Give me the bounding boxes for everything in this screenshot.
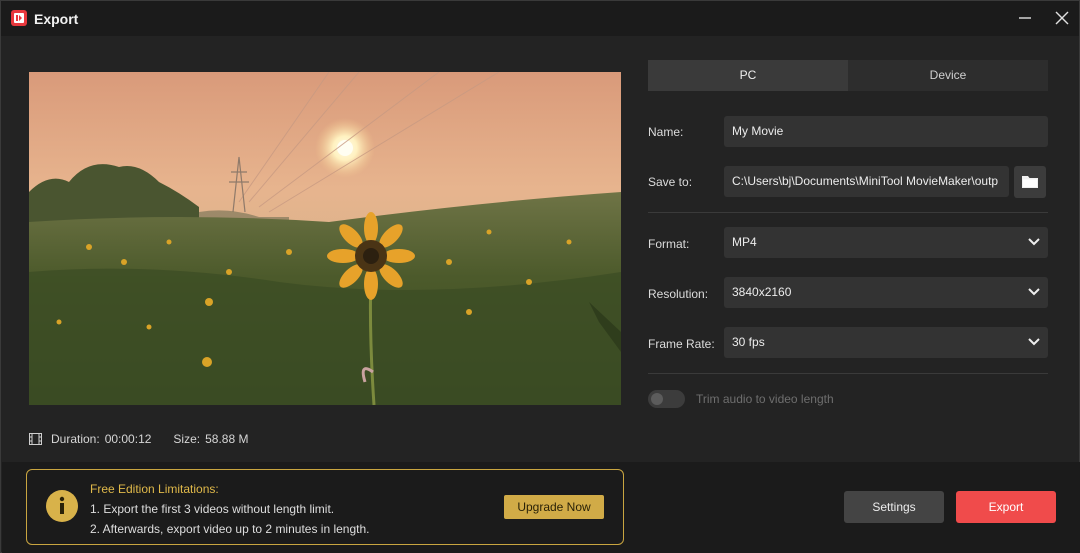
- frame-rate-value: 30 fps: [732, 335, 765, 349]
- close-icon: [1055, 11, 1069, 25]
- upgrade-now-button[interactable]: Upgrade Now: [504, 495, 604, 519]
- resolution-select[interactable]: 3840x2160: [724, 277, 1048, 308]
- browse-folder-button[interactable]: [1014, 166, 1046, 198]
- resolution-value: 3840x2160: [732, 285, 792, 299]
- video-info: Duration: 00:00:12 Size: 58.88 M: [29, 431, 248, 447]
- size-value: 58.88 M: [205, 432, 249, 446]
- duration-value: 00:00:12: [104, 432, 152, 446]
- limitations-line-2: 2. Afterwards, export video up to 2 minu…: [90, 522, 370, 536]
- format-label: Format:: [648, 237, 690, 251]
- frame-rate-label: Frame Rate:: [648, 337, 715, 351]
- film-icon: [29, 433, 42, 445]
- duration-label: Duration:: [51, 432, 100, 446]
- tab-pc[interactable]: PC: [648, 60, 848, 91]
- resolution-label: Resolution:: [648, 287, 709, 301]
- name-label: Name:: [648, 125, 684, 139]
- video-preview: [29, 72, 621, 405]
- minimize-icon: [1019, 17, 1031, 19]
- folder-icon: [1022, 176, 1038, 188]
- info-icon: [46, 490, 78, 522]
- divider: [648, 212, 1048, 213]
- settings-button[interactable]: Settings: [844, 491, 944, 523]
- chevron-down-icon: [1028, 338, 1040, 346]
- limitations-title: Free Edition Limitations:: [90, 482, 219, 496]
- frame-rate-select[interactable]: 30 fps: [724, 327, 1048, 358]
- limitations-line-1: 1. Export the first 3 videos without len…: [90, 502, 335, 516]
- minimize-button[interactable]: [1014, 7, 1036, 29]
- size-label: Size:: [173, 432, 201, 446]
- format-select[interactable]: MP4: [724, 227, 1048, 258]
- trim-audio-label: Trim audio to video length: [696, 392, 834, 406]
- close-button[interactable]: [1051, 7, 1073, 29]
- app-logo: [11, 10, 27, 26]
- trim-audio-toggle[interactable]: [648, 390, 685, 408]
- name-field[interactable]: My Movie: [724, 116, 1048, 147]
- chevron-down-icon: [1028, 238, 1040, 246]
- export-button[interactable]: Export: [956, 491, 1056, 523]
- format-value: MP4: [732, 235, 757, 249]
- save-to-label: Save to:: [648, 175, 693, 189]
- save-path-field[interactable]: C:\Users\bj\Documents\MiniTool MovieMake…: [724, 166, 1009, 197]
- divider: [648, 373, 1048, 374]
- window-title: Export: [34, 11, 79, 27]
- chevron-down-icon: [1028, 288, 1040, 296]
- title-bar: Export: [1, 1, 1079, 36]
- toggle-knob: [651, 393, 663, 405]
- export-window: Export Duration: 00:00:12 Size: 58.88 M …: [0, 0, 1080, 553]
- tab-device[interactable]: Device: [848, 60, 1048, 91]
- export-target-tabs: PC Device: [648, 60, 1048, 91]
